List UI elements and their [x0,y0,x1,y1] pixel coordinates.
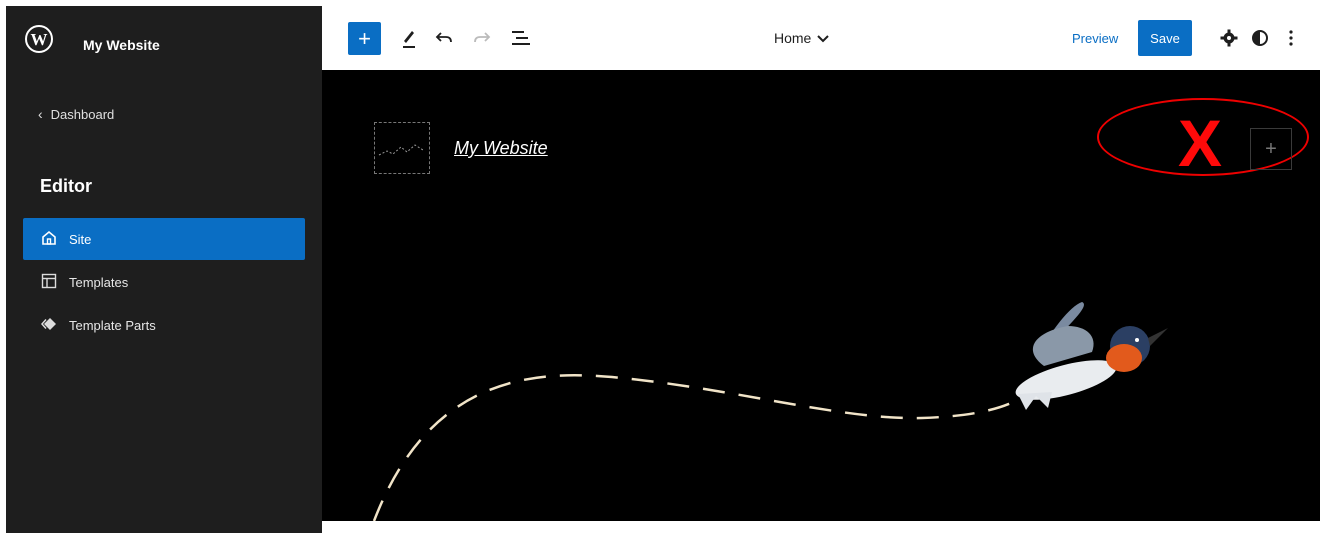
decorative-illustration [372,302,1168,521]
canvas-bottom-edge [322,521,1320,533]
preview-button[interactable]: Preview [1072,31,1118,46]
top-toolbar: + Home Preview Save [322,6,1320,71]
home-icon [41,230,57,249]
svg-text:W: W [31,30,48,49]
chevron-down-icon [817,30,830,46]
chevron-left-icon: ‹ [38,106,43,122]
list-view-icon[interactable] [508,26,534,50]
styles-contrast-icon[interactable] [1248,26,1272,50]
sidebar-item-label: Site [69,231,92,247]
pencil-icon[interactable] [396,24,422,52]
section-title: Editor [40,176,92,196]
document-title-dropdown[interactable]: Home [774,30,830,46]
gear-icon[interactable] [1217,26,1241,50]
editor-canvas[interactable]: My Website X + [322,70,1320,521]
sidebar-item-template-parts[interactable]: Template Parts [23,304,305,346]
document-title: Home [774,30,812,46]
site-name[interactable]: My Website [83,37,160,53]
sidebar-item-templates[interactable]: Templates [23,261,305,303]
sidebar-item-site[interactable]: Site [23,218,305,260]
sidebar-item-label: Templates [69,274,129,290]
bird-illustration [1015,302,1168,410]
sidebar: W My Website ‹ Dashboard Editor Site Tem… [6,6,322,533]
undo-icon[interactable] [432,26,456,50]
dashboard-back-link[interactable]: ‹ Dashboard [38,106,114,122]
layout-icon [41,273,57,292]
block-inserter-button[interactable]: + [348,22,381,55]
sidebar-item-label: Template Parts [69,317,156,333]
save-button[interactable]: Save [1138,20,1192,56]
symbol-filled-icon [40,316,57,335]
more-options-icon[interactable] [1284,26,1298,50]
dashboard-label: Dashboard [50,106,115,122]
redo-icon[interactable] [470,26,494,50]
wordpress-logo-icon[interactable]: W [24,24,54,54]
